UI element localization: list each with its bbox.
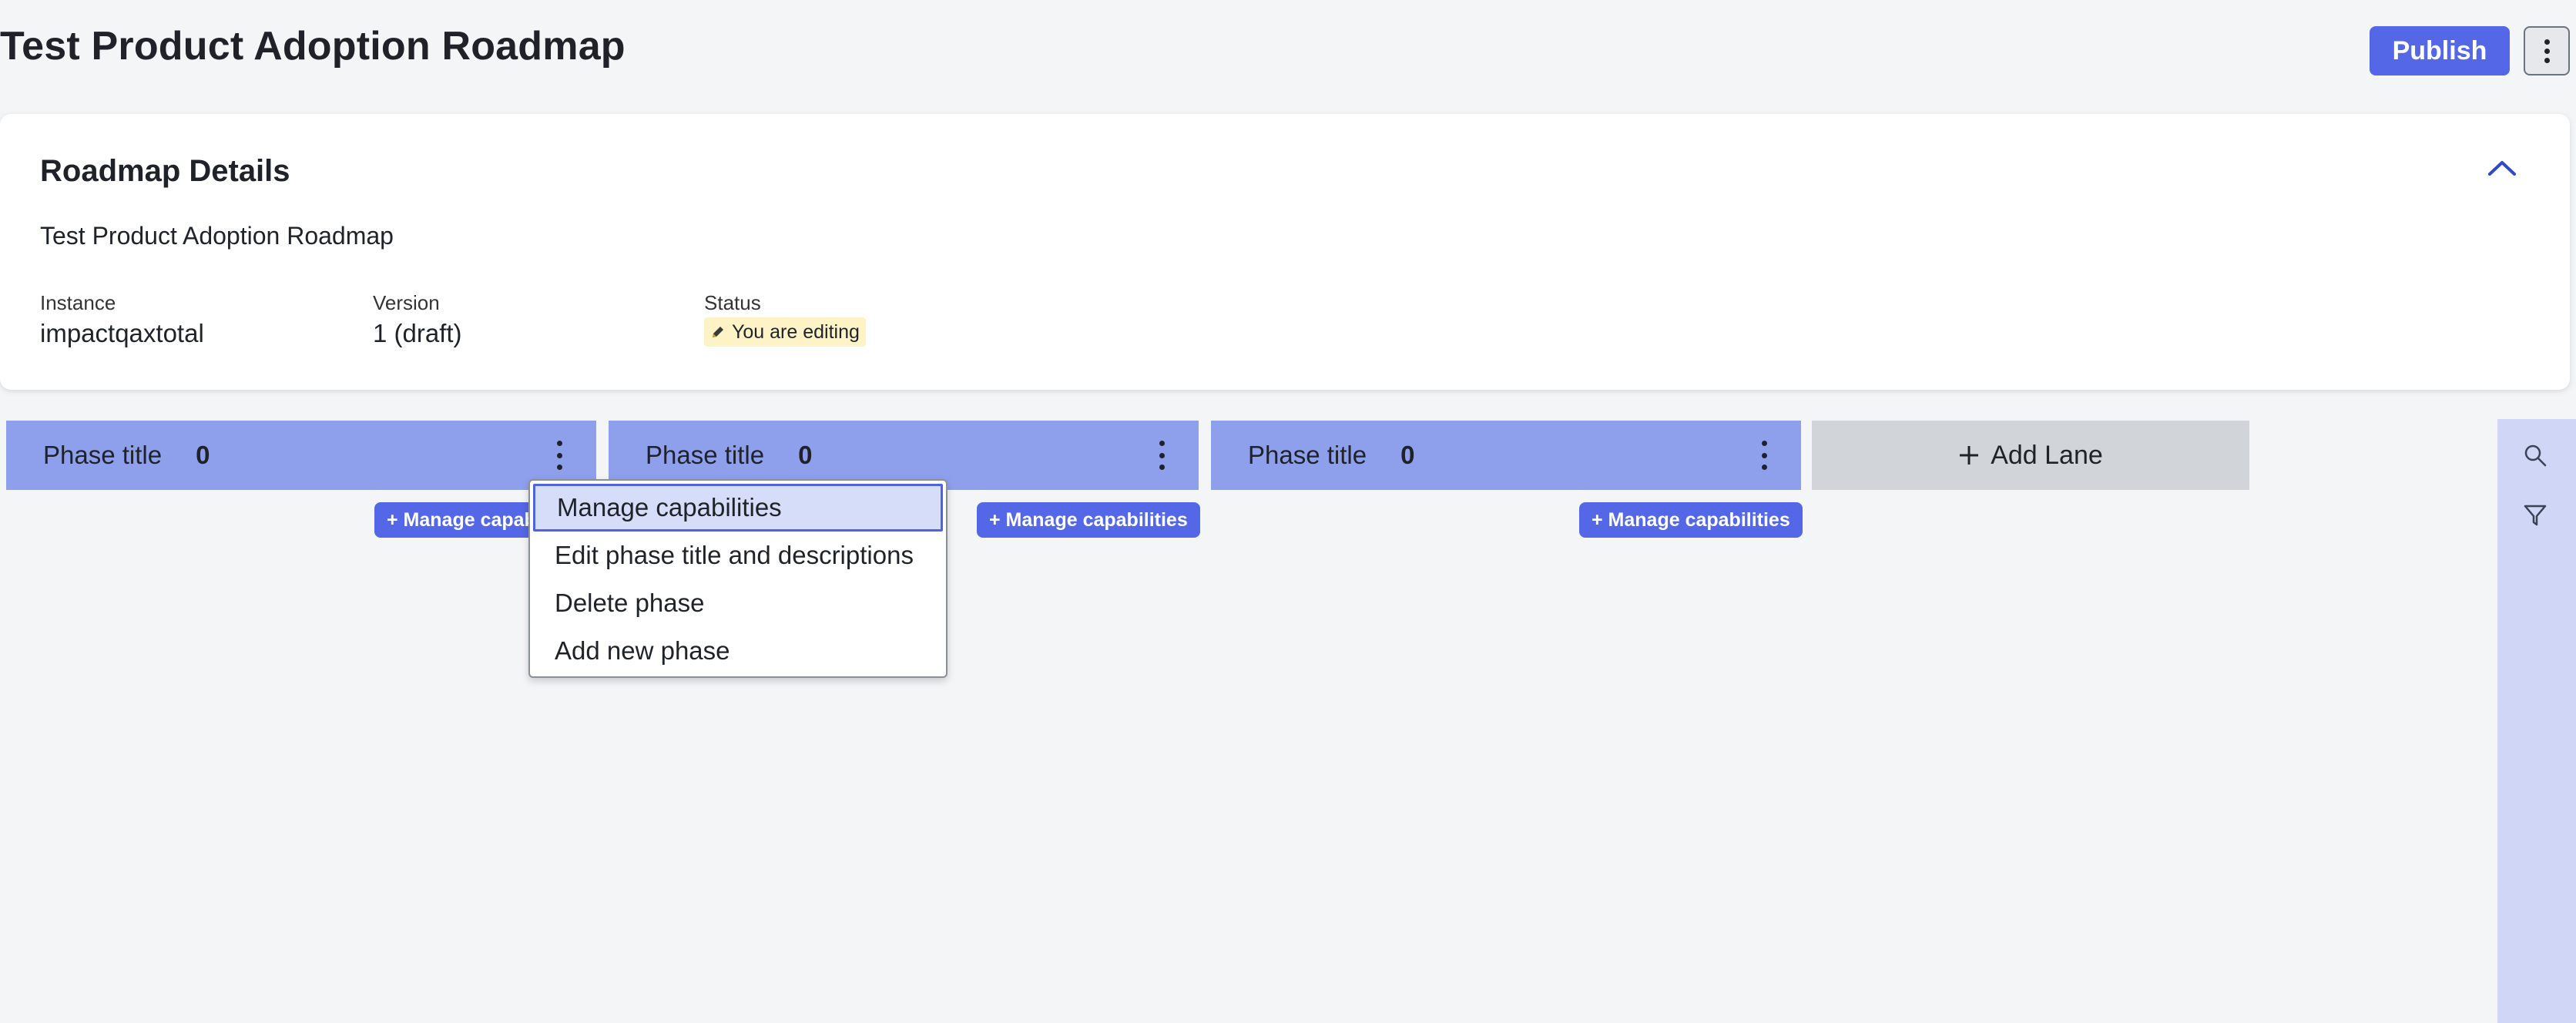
status-value: You are editing (732, 320, 860, 343)
instance-value: impactqaxtotal (40, 319, 204, 347)
status-label: Status (704, 291, 761, 314)
phase-options-menu: Manage capabilities Edit phase title and… (528, 479, 948, 678)
version-label: Version (373, 291, 440, 314)
more-vertical-icon (2544, 39, 2550, 63)
more-options-button[interactable] (2524, 26, 2570, 75)
status-badge: You are editing (704, 317, 866, 347)
manage-capabilities-button[interactable]: + Manage capabilities (977, 502, 1200, 538)
filter-icon[interactable] (2522, 502, 2548, 528)
roadmap-details-heading: Roadmap Details (40, 154, 290, 188)
add-lane-button[interactable]: Add Lane (1812, 421, 2249, 490)
chevron-up-icon[interactable] (2487, 159, 2517, 177)
publish-button[interactable]: Publish (2370, 26, 2510, 75)
version-value: 1 (draft) (373, 319, 462, 347)
roadmap-description: Test Product Adoption Roadmap (40, 222, 394, 250)
search-icon[interactable] (2522, 442, 2548, 468)
phase-count: 0 (196, 441, 210, 469)
menu-item-delete-phase[interactable]: Delete phase (533, 579, 943, 627)
phase-menu-icon[interactable] (1758, 441, 1770, 470)
phase-menu-icon[interactable] (1156, 441, 1168, 470)
phase-title[interactable]: Phase title (646, 441, 764, 470)
menu-item-edit-phase[interactable]: Edit phase title and descriptions (533, 532, 943, 579)
phase-header: Phase title 0 (6, 421, 596, 490)
phase-count: 0 (798, 441, 813, 469)
menu-item-manage-capabilities[interactable]: Manage capabilities (533, 484, 943, 532)
phase-count: 0 (1400, 441, 1415, 469)
manage-capabilities-button[interactable]: + Manage capabilities (1579, 502, 1803, 538)
add-lane-label: Add Lane (1991, 440, 2103, 470)
roadmap-details-card: Roadmap Details Test Product Adoption Ro… (0, 114, 2570, 390)
page-title: Test Product Adoption Roadmap (0, 24, 626, 69)
phase-menu-icon[interactable] (553, 441, 565, 470)
menu-item-add-new-phase[interactable]: Add new phase (533, 627, 943, 675)
plus-icon (1960, 446, 1979, 465)
phase-title[interactable]: Phase title (43, 441, 162, 470)
instance-label: Instance (40, 291, 116, 314)
side-rail (2497, 419, 2576, 1023)
phase-title[interactable]: Phase title (1248, 441, 1367, 470)
pencil-icon (713, 327, 723, 337)
phase-header: Phase title 0 (1211, 421, 1801, 490)
